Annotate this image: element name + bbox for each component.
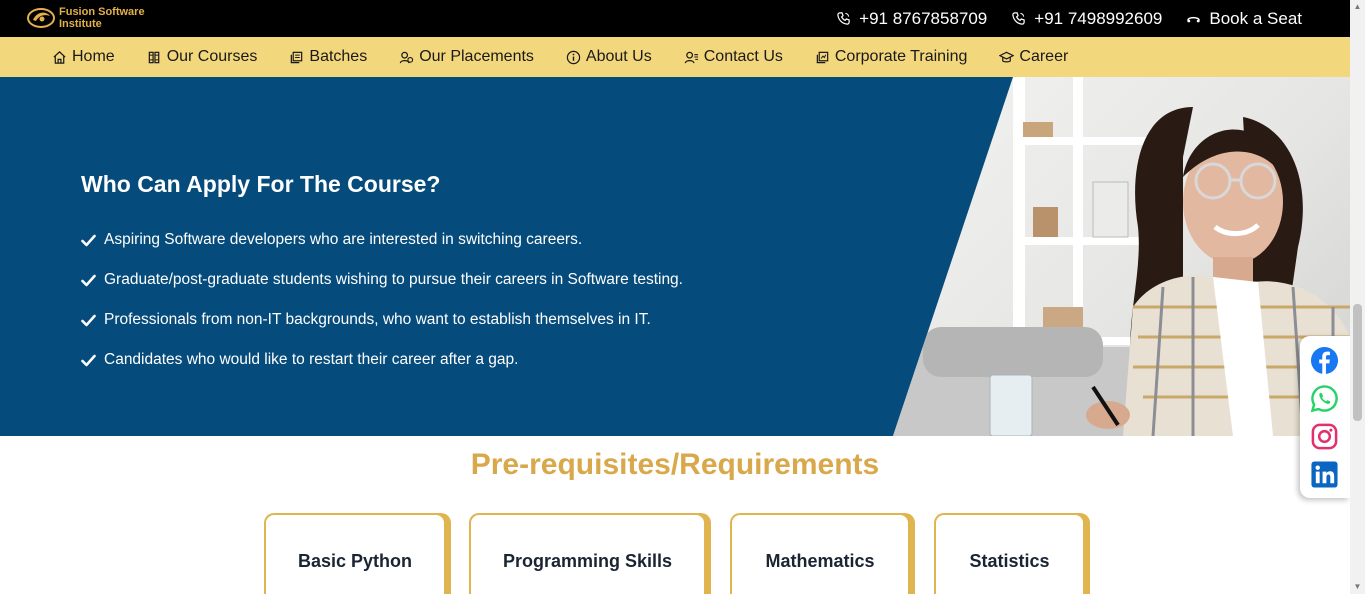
phone-icon: [837, 12, 850, 25]
nav-item-career[interactable]: Career: [999, 48, 1068, 66]
facebook-icon[interactable]: [1310, 346, 1339, 375]
phone-icon: [1012, 12, 1025, 25]
phone-link-1[interactable]: +91 8767858709: [836, 9, 987, 29]
nav-item-our-courses[interactable]: Our Courses: [147, 48, 258, 66]
student-photo-illustration: [893, 77, 1350, 436]
requirement-card-label: Statistics: [969, 551, 1050, 571]
whatsapp-icon[interactable]: [1310, 384, 1339, 413]
phone-link-2[interactable]: +91 7498992609: [1011, 9, 1162, 29]
checkmark-icon: [81, 274, 96, 286]
nav-item-corporate-training-label: Corporate Training: [834, 48, 968, 65]
eligibility-item-text: Aspiring Software developers who are int…: [104, 231, 583, 248]
requirements-title: Pre-requisites/Requirements: [470, 448, 880, 481]
corporate-icon: [816, 51, 829, 63]
checkmark-icon: [81, 314, 96, 326]
eligibility-list: Aspiring Software developers who are int…: [81, 220, 683, 380]
social-sidebar: [1300, 336, 1350, 498]
eligibility-item: Graduate/post-graduate students wishing …: [81, 260, 683, 300]
scroll-up-icon[interactable]: ▲: [1353, 2, 1362, 11]
logo-mark-icon: [27, 8, 55, 28]
scroll-down-icon[interactable]: ▼: [1353, 582, 1362, 591]
book-a-seat-link[interactable]: Book a Seat: [1186, 9, 1302, 29]
eligibility-item: Professionals from non-IT backgrounds, w…: [81, 300, 683, 340]
nav-item-about-us-label: About Us: [585, 48, 652, 65]
nav-item-contact-us-label: Contact Us: [703, 48, 783, 65]
nav-item-home-label: Home: [72, 48, 115, 65]
requirement-card-label: Programming Skills: [502, 551, 673, 571]
checkmark-icon: [81, 354, 96, 366]
scrollbar-thumb[interactable]: [1353, 304, 1362, 421]
nav-item-batches-label: Batches: [309, 48, 368, 65]
phone-link-2-label: +91 7498992609: [1034, 8, 1163, 28]
requirement-card-programming-skills[interactable]: Programming Skills: [469, 513, 706, 594]
nav-item-career-label: Career: [1019, 48, 1069, 65]
nav-item-our-courses-label: Our Courses: [166, 48, 258, 65]
header-contacts: +91 8767858709 +91 7498992609 Book a Sea…: [836, 0, 1302, 37]
logo-text-line-1: Fusion Software: [59, 6, 145, 18]
eligibility-item-text: Candidates who would like to restart the…: [104, 351, 519, 368]
nav-item-our-placements-label: Our Placements: [419, 48, 534, 65]
graduation-cap-icon: [999, 51, 1015, 62]
requirement-card-label: Mathematics: [765, 551, 875, 571]
logo-text-line-2: Institute: [59, 18, 102, 30]
requirement-card-label: Basic Python: [297, 551, 413, 571]
page: Fusion Software Institute +91 8767858709…: [0, 0, 1365, 594]
student-photo: [893, 77, 1350, 436]
eligibility-item: Aspiring Software developers who are int…: [81, 220, 683, 260]
nav-item-about-us[interactable]: About Us: [566, 48, 652, 66]
logo-text: Fusion Software Institute: [59, 6, 145, 30]
requirement-card-basic-python[interactable]: Basic Python: [264, 513, 446, 594]
eligibility-item-text: Professionals from non-IT backgrounds, w…: [104, 311, 651, 328]
phone-link-1-label: +91 8767858709: [859, 8, 988, 28]
info-icon: [566, 50, 581, 64]
logo[interactable]: Fusion Software Institute: [26, 3, 145, 33]
batches-icon: [291, 51, 303, 63]
eligibility-item: Candidates who would like to restart the…: [81, 340, 683, 380]
who-can-apply-title: Who Can Apply For The Course?: [81, 171, 441, 197]
page-scrollbar[interactable]: ▲ ▼: [1350, 0, 1365, 594]
instagram-icon[interactable]: [1310, 422, 1339, 451]
nav-item-our-placements[interactable]: Our Placements: [399, 48, 534, 66]
nav-item-batches[interactable]: Batches: [289, 48, 367, 66]
placements-icon: [400, 51, 414, 63]
books-icon: [148, 51, 160, 63]
book-a-seat-label: Book a Seat: [1209, 8, 1302, 28]
top-bar: Fusion Software Institute +91 8767858709…: [0, 0, 1350, 37]
contact-icon: [684, 51, 698, 63]
nav-item-contact-us[interactable]: Contact Us: [684, 48, 783, 66]
linkedin-icon[interactable]: [1310, 460, 1339, 489]
who-can-apply-section: Who Can Apply For The Course? Aspiring S…: [0, 77, 1350, 436]
nav-item-corporate-training[interactable]: Corporate Training: [815, 48, 968, 66]
home-icon: [53, 50, 66, 64]
eligibility-item-text: Graduate/post-graduate students wishing …: [104, 271, 683, 288]
nav-item-home[interactable]: Home: [52, 48, 115, 66]
seat-icon: [1187, 16, 1201, 23]
requirement-card-mathematics[interactable]: Mathematics: [730, 513, 910, 594]
requirement-card-statistics[interactable]: Statistics: [934, 513, 1085, 594]
main-nav: Home Our Courses Batches Our Placements …: [0, 37, 1350, 77]
checkmark-icon: [81, 234, 96, 246]
